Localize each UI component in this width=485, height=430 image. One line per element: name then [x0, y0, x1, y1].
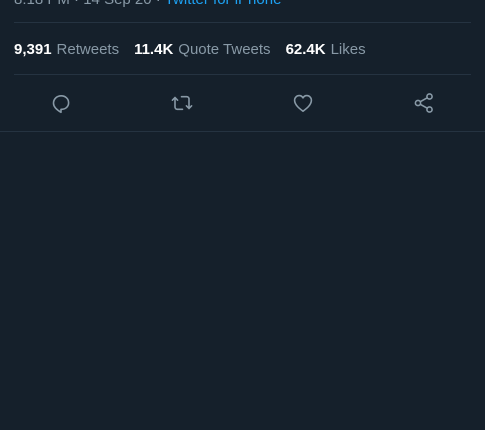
separator: · [152, 0, 165, 8]
like-button[interactable] [288, 88, 318, 118]
reply-button[interactable] [46, 88, 76, 118]
separator: · [70, 0, 83, 8]
divider [0, 131, 485, 132]
retweets-label: Retweets [56, 40, 120, 58]
tweet-source-link[interactable]: Twitter for iPhone [165, 0, 282, 8]
tweet-action-bar [0, 88, 485, 118]
share-icon [414, 93, 433, 113]
likes-count: 62.4K [285, 40, 326, 58]
share-button[interactable] [409, 88, 439, 118]
retweets-count: 9,391 [14, 40, 52, 58]
like-icon [293, 94, 313, 112]
engagement-stats: 9,391 Retweets 11.4K Quote Tweets 62.4K … [14, 39, 381, 59]
tweet-date: 14 Sep 20 [83, 0, 151, 8]
quote-tweets-stat[interactable]: 11.4K Quote Tweets [134, 41, 270, 58]
quote-tweets-label: Quote Tweets [178, 40, 271, 58]
likes-stat[interactable]: 62.4K Likes [286, 41, 366, 58]
quote-tweets-count: 11.4K [134, 40, 174, 58]
likes-label: Likes [330, 40, 366, 58]
retweet-button[interactable] [167, 88, 197, 118]
retweet-icon [171, 95, 193, 111]
tweet-time: 8:18 PM [14, 0, 70, 8]
tweet-timestamp-line: 8:18 PM · 14 Sep 20 · Twitter for iPhone [14, 0, 281, 8]
divider [14, 74, 471, 75]
divider [14, 22, 471, 23]
retweets-stat[interactable]: 9,391 Retweets [14, 41, 119, 58]
reply-icon [52, 95, 70, 114]
